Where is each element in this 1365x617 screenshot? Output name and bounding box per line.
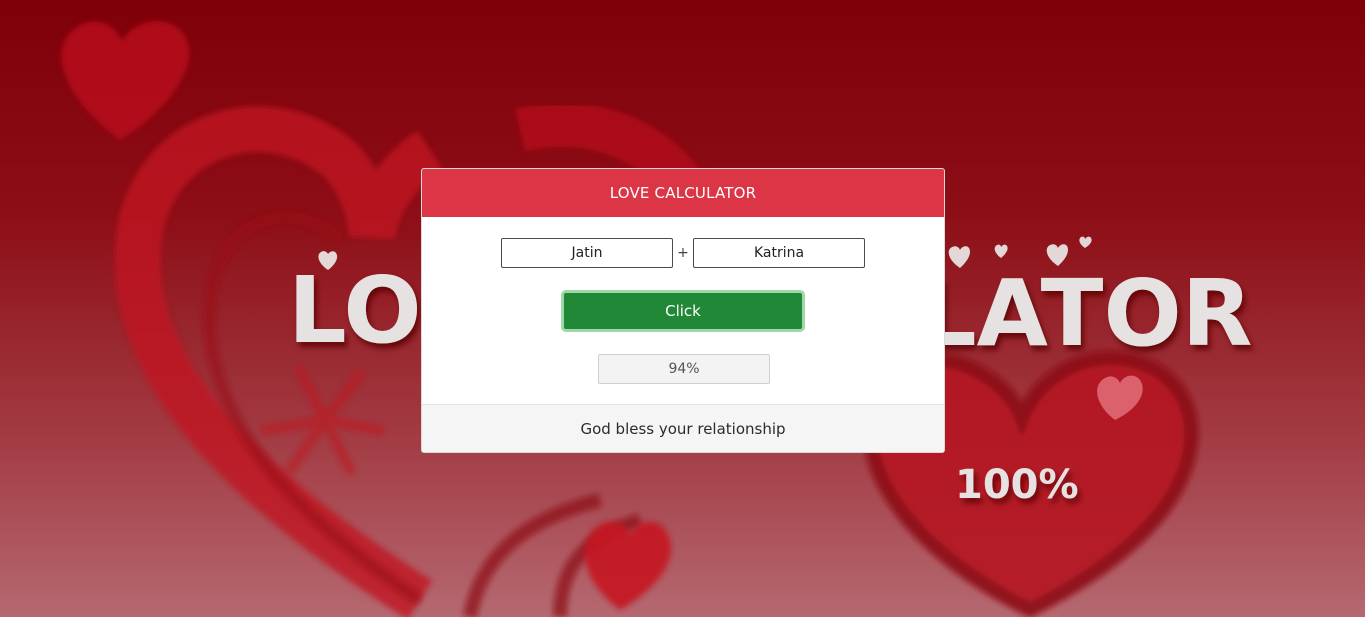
small-heart-icon bbox=[61, 21, 190, 141]
page-background: LO LATOR 100% LOVE CALCULATOR + Click 94… bbox=[0, 0, 1365, 617]
card-body: + Click 94% bbox=[422, 217, 944, 405]
flower-ornament-icon bbox=[260, 365, 385, 475]
names-row: + bbox=[422, 238, 944, 268]
large-heart-outline-icon bbox=[114, 106, 444, 617]
second-name-input[interactable] bbox=[693, 238, 865, 268]
bottom-heart-icon bbox=[584, 521, 672, 610]
result-percentage: 94% bbox=[668, 361, 700, 377]
card-title: LOVE CALCULATOR bbox=[609, 184, 757, 202]
footer-message: God bless your relationship bbox=[580, 419, 786, 438]
background-title-left: LO bbox=[288, 257, 422, 364]
love-calculator-card: LOVE CALCULATOR + Click 94% God bless yo… bbox=[421, 168, 945, 453]
result-display: 94% bbox=[598, 354, 770, 384]
plus-sign: + bbox=[677, 245, 689, 261]
card-header: LOVE CALCULATOR bbox=[422, 169, 944, 217]
background-title-right: LATOR bbox=[918, 260, 1253, 367]
card-footer: God bless your relationship bbox=[422, 404, 944, 452]
background-percent-label: 100% bbox=[955, 462, 1079, 508]
calculate-button[interactable]: Click bbox=[561, 290, 805, 332]
first-name-input[interactable] bbox=[501, 238, 673, 268]
